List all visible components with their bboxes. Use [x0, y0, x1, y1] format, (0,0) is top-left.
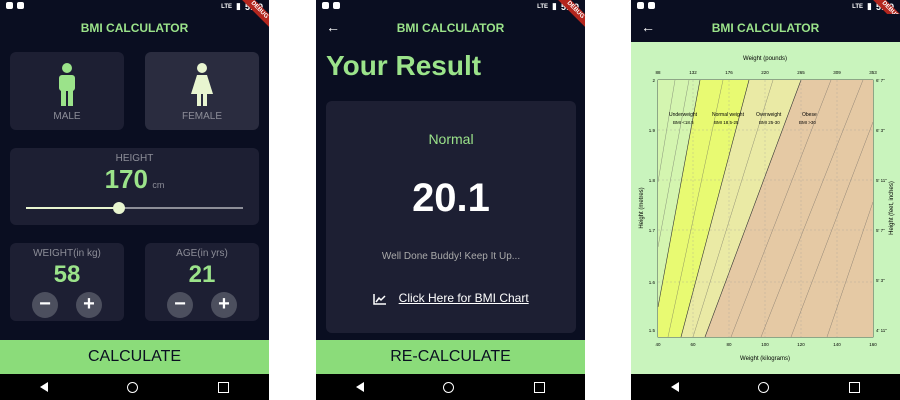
left-axis-title: Height (metres)	[639, 187, 645, 228]
bottom-tick: 80	[726, 342, 732, 347]
recents-nav-icon[interactable]	[218, 381, 230, 393]
recents-nav-icon[interactable]	[849, 381, 861, 393]
chart-screen: LTE▮5:49 DEBUG ← BMI CALCULATOR	[631, 0, 900, 400]
male-label: MALE	[53, 111, 81, 122]
app-title: BMI CALCULATOR	[711, 21, 820, 35]
left-tick: 1.8	[649, 178, 656, 183]
height-slider[interactable]	[26, 202, 243, 214]
weight-label: WEIGHT(in kg)	[33, 248, 101, 259]
zone-name-overweight: Overweight	[756, 112, 782, 118]
result-message: Well Done Buddy! Keep It Up...	[381, 251, 521, 262]
right-tick: 5' 7"	[876, 228, 885, 233]
zone-range-obese: BMI >30	[799, 120, 816, 125]
chart-trend-icon	[373, 293, 387, 305]
top-tick: 176	[725, 70, 733, 75]
bottom-tick: 160	[869, 342, 877, 347]
nav-bar	[0, 374, 269, 400]
weight-minus-button[interactable]: −	[32, 292, 58, 318]
height-slider-fill	[26, 207, 120, 209]
top-tick: 132	[689, 70, 697, 75]
back-nav-icon[interactable]	[39, 382, 48, 392]
male-icon	[59, 63, 75, 106]
left-tick: 1.6	[649, 280, 656, 285]
bmi-status: Normal	[428, 131, 474, 147]
recalculate-button[interactable]: RE-CALCULATE	[316, 340, 585, 374]
bottom-tick: 60	[690, 342, 696, 347]
left-tick: 1.7	[649, 228, 656, 233]
status-bar: LTE▮5:49	[316, 0, 585, 14]
top-tick: 353	[869, 70, 877, 75]
home-nav-icon[interactable]	[758, 381, 770, 393]
height-value: 170	[104, 164, 148, 194]
bottom-tick: 100	[761, 342, 769, 347]
weight-value: 58	[53, 261, 81, 288]
top-tick: 309	[833, 70, 841, 75]
top-tick: 88	[655, 70, 661, 75]
age-value: 21	[188, 261, 216, 288]
height-unit: cm	[152, 180, 165, 190]
bottom-tick: 120	[797, 342, 805, 347]
app-title: BMI CALCULATOR	[396, 21, 505, 35]
male-card[interactable]: MALE	[10, 52, 124, 130]
top-axis-title: Weight (pounds)	[743, 56, 787, 62]
input-screen: LTE▮5:49 DEBUG BMI CALCULATOR MALE FEMAL…	[0, 0, 269, 400]
weight-card: WEIGHT(in kg) 58 − +	[10, 243, 124, 321]
zone-name-normal: Normal weight	[712, 112, 745, 118]
battery-icon: ▮	[236, 1, 241, 11]
result-heading: Your Result	[326, 50, 482, 81]
left-tick: 2	[652, 78, 655, 83]
zone-name-obese: Obese	[802, 112, 817, 118]
bottom-tick: 40	[655, 342, 661, 347]
nav-bar	[316, 374, 585, 400]
right-axis-title: Height (feet, inches)	[889, 181, 895, 235]
zone-range-underweight: BMI <18.5	[673, 120, 694, 125]
age-card: AGE(in yrs) 21 − +	[145, 243, 259, 321]
bmi-value: 20.1	[412, 176, 490, 220]
age-plus-button[interactable]: +	[211, 292, 237, 318]
bottom-axis-title: Weight (kilograms)	[740, 356, 790, 362]
female-label: FEMALE	[181, 111, 222, 122]
back-nav-icon[interactable]	[355, 382, 364, 392]
left-tick: 1.9	[649, 128, 656, 133]
height-label: HEIGHT	[115, 153, 154, 164]
status-bar: LTE▮5:49	[631, 0, 900, 14]
zone-name-underweight: Underweight	[669, 112, 698, 118]
battery-icon: ▮	[552, 1, 557, 11]
female-card[interactable]: FEMALE	[145, 52, 259, 130]
height-card: HEIGHT 170 cm	[10, 148, 259, 225]
calculate-button[interactable]: CALCULATE	[0, 340, 269, 374]
right-tick: 5' 3"	[876, 278, 885, 283]
zone-range-normal: BMI 18.5-25	[714, 120, 739, 125]
result-screen: LTE▮5:49 DEBUG ← BMI CALCULATOR Your Res…	[316, 0, 585, 400]
left-tick: 1.5	[649, 328, 656, 333]
bmi-chart-link-text[interactable]: Click Here for BMI Chart	[399, 291, 529, 305]
weight-plus-button[interactable]: +	[76, 292, 102, 318]
nav-bar	[631, 374, 900, 400]
female-icon	[191, 63, 213, 106]
back-nav-icon[interactable]	[670, 382, 679, 392]
right-tick: 5' 11"	[876, 178, 887, 183]
top-tick: 265	[797, 70, 805, 75]
bmi-chart-image: Underweight BMI <18.5 Normal weight BMI …	[639, 56, 895, 362]
right-tick: 6' 7"	[876, 78, 885, 83]
bottom-tick: 140	[833, 342, 841, 347]
home-nav-icon[interactable]	[127, 381, 139, 393]
top-tick: 220	[761, 70, 769, 75]
app-title: BMI CALCULATOR	[80, 21, 189, 35]
status-bar: LTE▮5:49	[0, 0, 269, 14]
right-tick: 6' 3"	[876, 128, 885, 133]
battery-icon: ▮	[867, 1, 872, 11]
home-nav-icon[interactable]	[443, 381, 455, 393]
height-slider-thumb[interactable]	[113, 202, 126, 214]
right-tick: 4' 11"	[876, 328, 887, 333]
recents-nav-icon[interactable]	[534, 381, 546, 393]
zone-range-overweight: BMI 25-30	[759, 120, 780, 125]
age-minus-button[interactable]: −	[167, 292, 193, 318]
age-label: AGE(in yrs)	[176, 248, 228, 259]
result-card: Normal 20.1 Well Done Buddy! Keep It Up.…	[326, 101, 576, 333]
bmi-chart-link[interactable]: Click Here for BMI Chart	[326, 291, 576, 305]
